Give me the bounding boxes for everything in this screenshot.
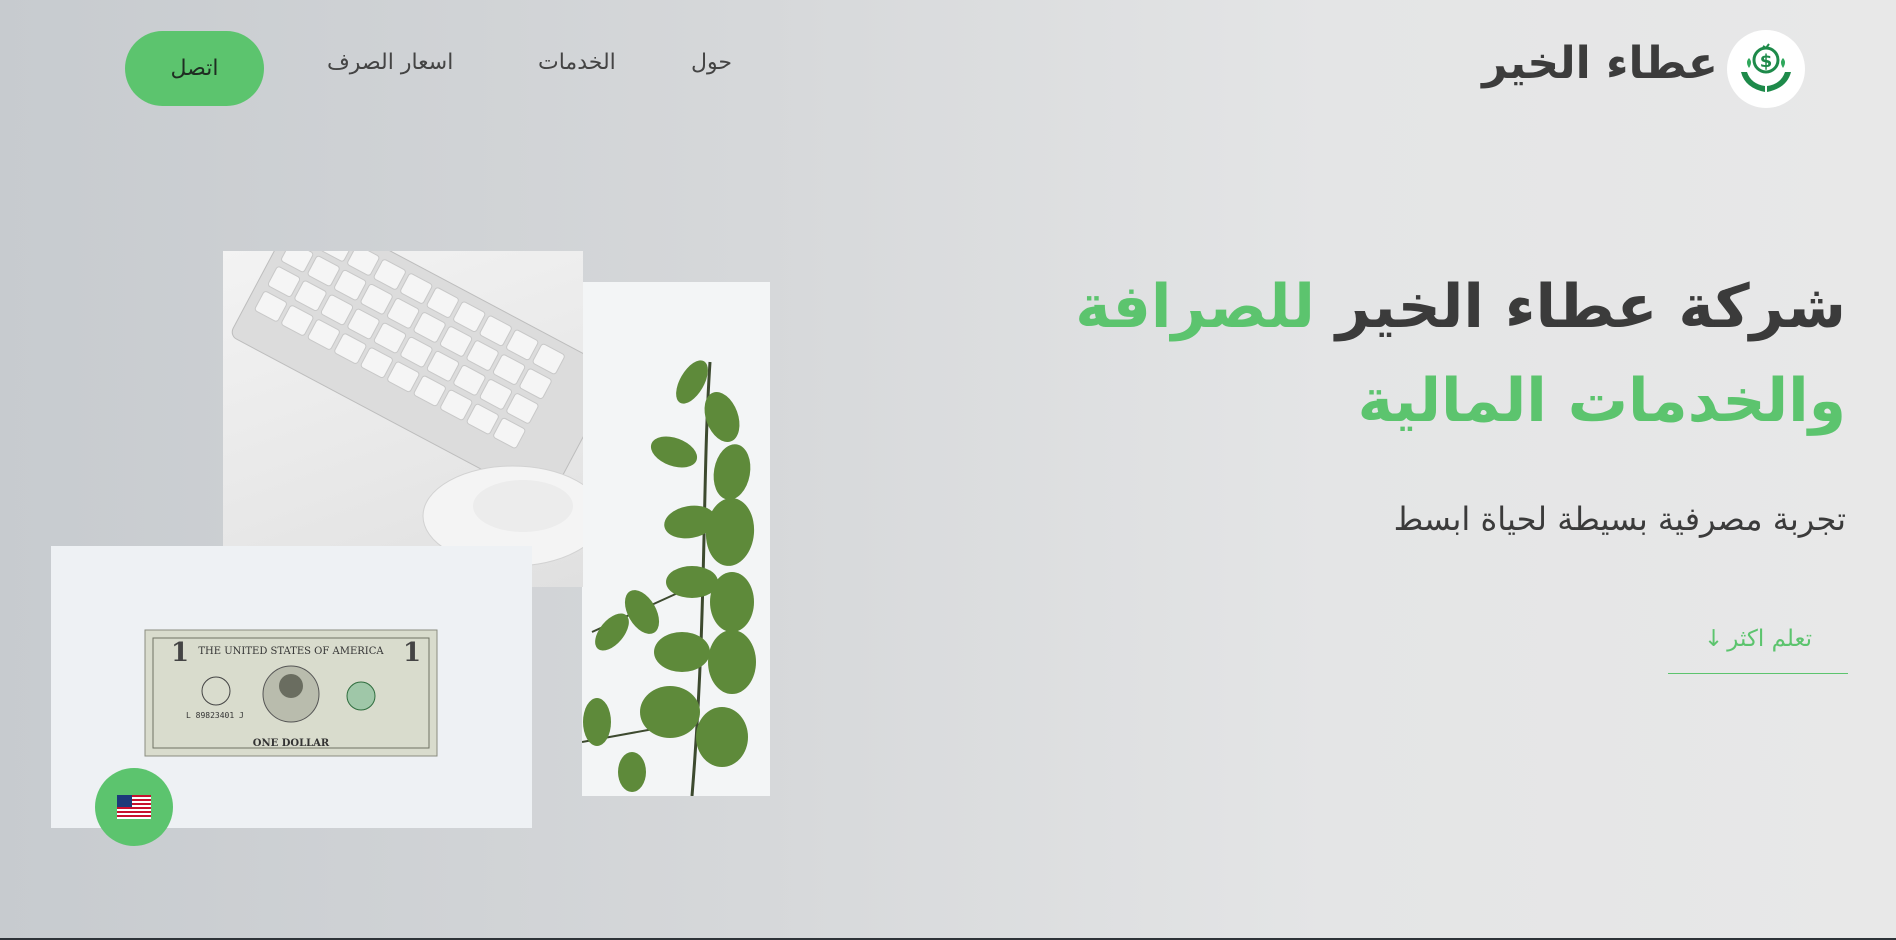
keyboard-image [223, 251, 583, 587]
hero-subtitle: تجربة مصرفية بسيطة لحياة ابسط [1393, 500, 1846, 538]
hands-dollar-icon: $ [1741, 43, 1791, 92]
hero-title: شركة عطاء الخير للصرافة والخدمات المالية [986, 260, 1846, 448]
learn-more-label: تعلم اكثر [1727, 626, 1812, 652]
us-flag-icon [117, 795, 151, 819]
contact-button[interactable]: اتصل [125, 31, 264, 106]
hero-title-company: شركة عطاء الخير [1335, 272, 1846, 342]
nav-about[interactable]: حول [691, 50, 732, 75]
dollar-serial: L 89823401 J [186, 711, 244, 720]
dollar-bottom-text: ONE DOLLAR [253, 738, 330, 749]
learn-more-link[interactable]: تعلم اكثر ↓ [1668, 620, 1848, 674]
plant-image [582, 282, 770, 796]
logo[interactable]: $ [1727, 30, 1805, 108]
dollar-denomination-right: 1 [403, 638, 421, 668]
arrow-down-icon: ↓ [1704, 626, 1724, 652]
brand-name: عطاء الخير [1482, 38, 1718, 89]
svg-text:$: $ [1760, 51, 1773, 72]
dollar-top-text: THE UNITED STATES OF AMERICA [198, 646, 384, 657]
hero-title-exchange: للصرافة [1075, 272, 1315, 342]
hero-title-financial: والخدمات المالية [1357, 366, 1846, 436]
dollar-denomination: 1 [171, 638, 189, 668]
language-button[interactable] [95, 768, 173, 846]
nav-services[interactable]: الخدمات [538, 50, 616, 75]
nav-exchange-rates[interactable]: اسعار الصرف [327, 50, 453, 75]
